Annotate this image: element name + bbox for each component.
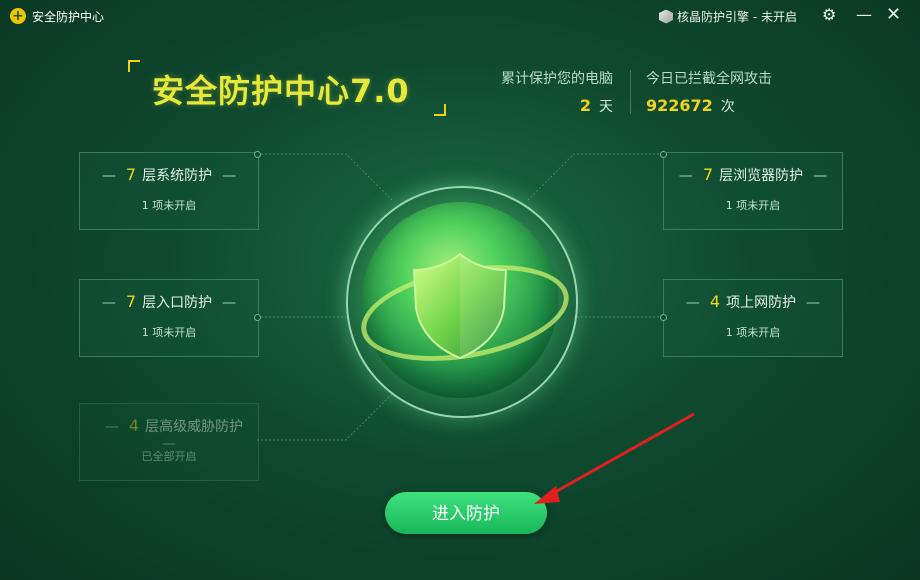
app-logo-icon: + — [10, 8, 26, 24]
corner-bracket — [128, 60, 140, 72]
card-heading: —4 层高级威胁防护— — [104, 416, 244, 452]
card-count: 7 — [702, 165, 714, 184]
stat-unit: 天 — [599, 99, 613, 115]
stat-unit: 次 — [720, 99, 735, 115]
card-name: 层入口防护 — [142, 295, 213, 311]
stat-value-row: 2天 — [491, 96, 613, 116]
card-heading: —7 层入口防护 — — [101, 292, 237, 311]
brand-header: 安全防护中心7.0 — [128, 60, 446, 116]
gear-icon[interactable]: ⚙ — [822, 6, 836, 24]
card-name: 层系统防护 — [142, 168, 213, 184]
engine-status-link[interactable]: 核晶防护引擎 - 未开启 — [659, 8, 797, 25]
card-name: 项上网防护 — [726, 295, 797, 311]
close-icon[interactable]: ✕ — [886, 6, 901, 24]
enter-protection-button[interactable]: 进入防护 — [385, 492, 547, 534]
card-count: 4 — [128, 416, 140, 435]
app-title: 安全防护中心 — [32, 10, 105, 24]
stat-protected-days: 累计保护您的电脑 2天 — [491, 68, 613, 116]
stat-value: 2 — [579, 96, 591, 115]
connector-dot — [254, 151, 261, 158]
stat-blocked-attacks: 今日已拦截全网攻击 922672 次 — [646, 68, 772, 116]
engine-status-label: 核晶防护引擎 - 未开启 — [677, 10, 797, 24]
cube-icon — [659, 9, 673, 24]
card-system-protection[interactable]: —7 层系统防护 — 1 项未开启 — [79, 152, 259, 230]
card-status: 1 项未开启 — [725, 199, 781, 212]
connector-dot — [254, 314, 261, 321]
card-heading: —4 项上网防护 — — [685, 292, 821, 311]
stat-label: 累计保护您的电脑 — [501, 71, 613, 87]
card-count: 4 — [709, 292, 721, 311]
card-status: 已全部开启 — [141, 450, 197, 463]
title-bar: + 安全防护中心 核晶防护引擎 - 未开启 ⚙ — ✕ — [0, 0, 920, 32]
card-advanced-threat-protection[interactable]: —4 层高级威胁防护— 已全部开启 — [79, 403, 259, 481]
connector-dot — [660, 314, 667, 321]
card-heading: —7 层浏览器防护 — — [678, 165, 828, 184]
card-name: 层浏览器防护 — [719, 168, 804, 184]
connector-dot — [660, 151, 667, 158]
card-count: 7 — [125, 165, 137, 184]
card-entry-protection[interactable]: —7 层入口防护 — 1 项未开启 — [79, 279, 259, 357]
card-count: 7 — [125, 292, 137, 311]
page-title: 安全防护中心7.0 — [152, 72, 410, 110]
card-status: 1 项未开启 — [141, 199, 197, 212]
card-browser-protection[interactable]: —7 层浏览器防护 — 1 项未开启 — [663, 152, 843, 230]
card-name: 层高级威胁防护 — [145, 419, 244, 435]
minimize-icon[interactable]: — — [856, 6, 872, 24]
card-status: 1 项未开启 — [725, 326, 781, 339]
corner-bracket — [434, 104, 446, 116]
stat-value-row: 922672 次 — [646, 96, 772, 116]
card-internet-protection[interactable]: —4 项上网防护 — 1 项未开启 — [663, 279, 843, 357]
card-status: 1 项未开启 — [141, 326, 197, 339]
card-heading: —7 层系统防护 — — [101, 165, 237, 184]
stat-label: 今日已拦截全网攻击 — [646, 71, 772, 87]
stat-divider — [630, 70, 631, 114]
stat-value: 922672 — [646, 96, 713, 115]
shield-icon — [412, 252, 508, 360]
